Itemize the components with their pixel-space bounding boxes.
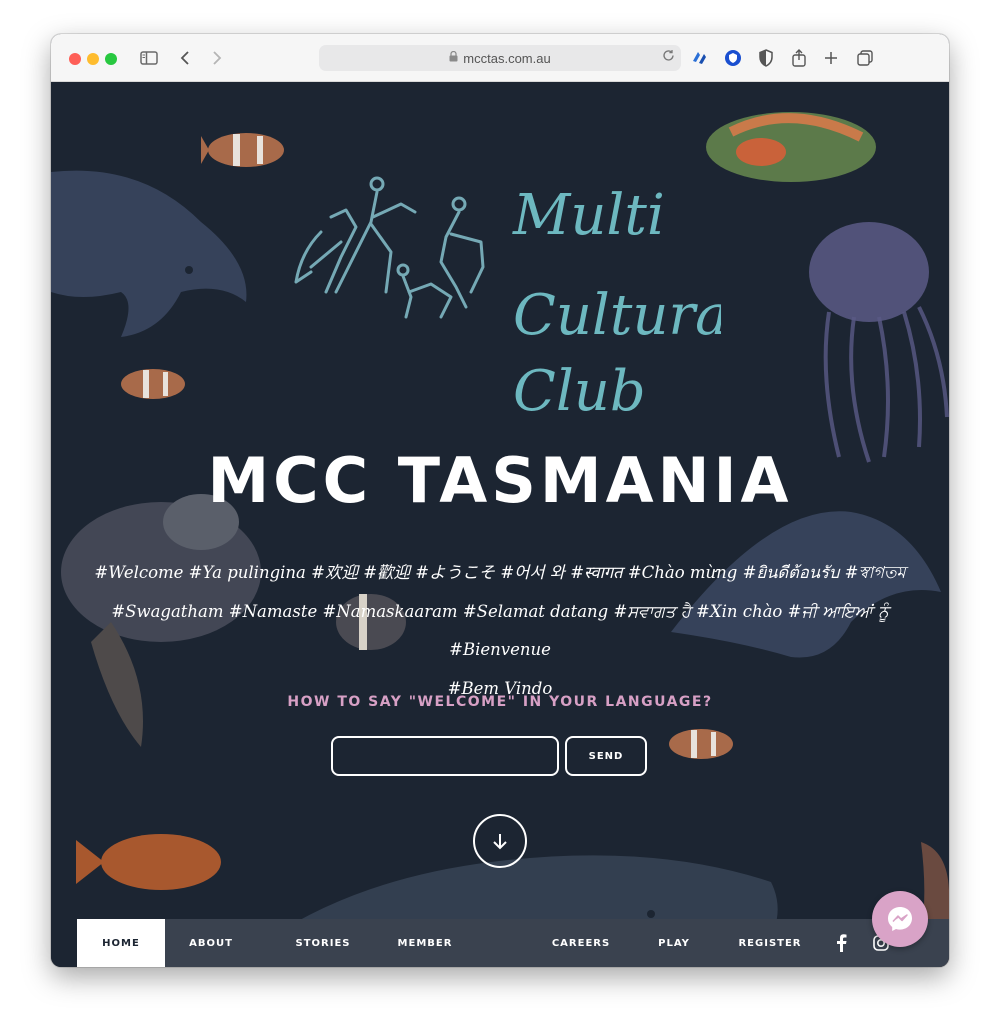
back-icon[interactable] (173, 46, 197, 70)
nav-item-about[interactable]: ABOUT (173, 919, 249, 967)
nav-item-stories[interactable]: STORIES (283, 919, 363, 967)
greetings-line: #Welcome #Ya pulingina #欢迎 #歡迎 #ようこそ #어서… (94, 563, 906, 582)
extension-ribbon-icon[interactable] (687, 46, 711, 70)
messenger-icon (888, 907, 912, 931)
sidebar-toggle-icon[interactable] (137, 46, 161, 70)
logo-word-cultural: Cultural (513, 283, 721, 348)
welcome-question-heading: HOW TO SAY "WELCOME" IN YOUR LANGUAGE? (287, 694, 713, 710)
send-button[interactable]: SEND (565, 736, 647, 776)
page-title: MCC TASMANIA (207, 444, 793, 517)
lock-icon (449, 50, 458, 65)
multicultural-club-logo: Multi Cultural Club (294, 176, 721, 422)
wrasse-fish-illustration (706, 112, 876, 182)
browser-toolbar: mcctas.com.au (51, 34, 949, 82)
url-text: mcctas.com.au (463, 50, 551, 66)
logo-wordmark: Multi Cultural Club (512, 183, 721, 422)
new-tab-icon[interactable] (819, 46, 843, 70)
extension-shield-icon[interactable] (721, 46, 745, 70)
facebook-icon[interactable] (831, 933, 851, 953)
zoom-window-button[interactable] (105, 53, 117, 65)
close-window-button[interactable] (69, 53, 81, 65)
scroll-down-button[interactable] (473, 814, 527, 868)
dolphin-illustration (51, 170, 247, 337)
clownfish-small-illustration (121, 369, 185, 399)
address-bar[interactable]: mcctas.com.au (319, 45, 681, 71)
jellyfish-illustration (809, 222, 949, 463)
logo-word-multi: Multi (512, 183, 665, 248)
main-nav: HOME ABOUT STORIES MEMBER CAREERS PLAY R… (77, 919, 949, 967)
welcome-language-input[interactable] (331, 736, 559, 776)
messenger-chat-button[interactable] (872, 891, 928, 947)
clownfish-right-illustration (669, 729, 733, 759)
tab-overview-icon[interactable] (853, 46, 877, 70)
reload-icon[interactable] (662, 49, 675, 65)
nav-item-play[interactable]: PLAY (649, 919, 699, 967)
forward-icon[interactable] (205, 46, 229, 70)
greetings-line: #Swagatham #Namaste #Namaskaaram #Selama… (111, 601, 889, 660)
page-hero: Multi Cultural Club MCC TASMANIA #Welcom… (51, 82, 949, 967)
share-icon[interactable] (787, 46, 811, 70)
nav-item-home[interactable]: HOME (77, 919, 165, 967)
orange-fish-illustration (76, 834, 221, 890)
clownfish-illustration (201, 133, 284, 167)
nav-item-member[interactable]: MEMBER (387, 919, 463, 967)
arrow-down-icon (493, 834, 507, 850)
greetings-text: #Welcome #Ya pulingina #欢迎 #歡迎 #ようこそ #어서… (91, 554, 909, 708)
nav-item-careers[interactable]: CAREERS (541, 919, 621, 967)
nav-item-register[interactable]: REGISTER (729, 919, 811, 967)
minimize-window-button[interactable] (87, 53, 99, 65)
privacy-shield-icon[interactable] (754, 46, 778, 70)
logo-word-club: Club (513, 359, 646, 422)
browser-window: mcctas.com.au Multi Cultur Club MCC TASM… (51, 34, 949, 967)
